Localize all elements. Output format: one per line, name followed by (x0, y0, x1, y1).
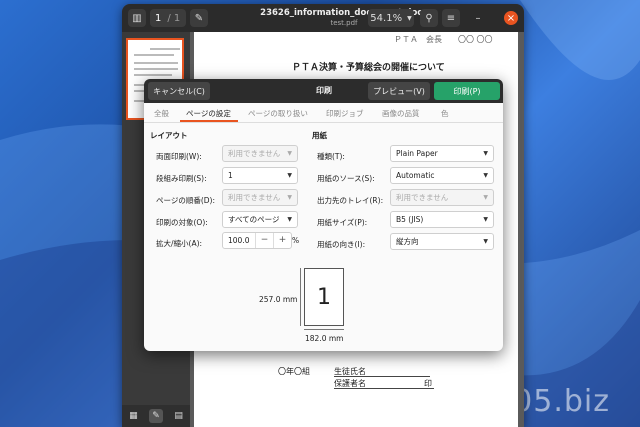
paper-size-label: 用紙サイズ(P): (317, 218, 368, 227)
page-number-field[interactable]: 1 / 1 (150, 9, 186, 27)
duplex-select[interactable]: 利用できません ▼ (222, 145, 298, 162)
viewer-header: ▥ 1 / 1 ✎ 23626_information_document.doc… (122, 4, 524, 32)
chevron-down-icon: ▼ (407, 14, 412, 22)
page-order-select[interactable]: 利用できません ▼ (222, 189, 298, 206)
close-icon[interactable]: × (504, 11, 518, 25)
minimize-icon[interactable]: – (470, 9, 486, 27)
preview-height: 257.0 mm (259, 295, 298, 304)
paper-size-select[interactable]: B5 (JIS) ▼ (390, 211, 494, 228)
scale-label: 拡大/縮小(A): (156, 239, 203, 248)
paper-type-value: Plain Paper (396, 149, 438, 158)
print-dialog-tabs: 全般 ページの設定 ページの取り扱い 印刷ジョブ 画像の品質 色 (144, 103, 503, 123)
bookmarks-icon[interactable]: ▤ (172, 409, 186, 423)
tab-image-quality[interactable]: 画像の品質 (382, 108, 420, 119)
orientation-label: 用紙の向き(I): (317, 240, 366, 249)
print-button[interactable]: 印刷(P) (434, 82, 500, 100)
student-name-line (334, 376, 430, 377)
print-dialog-header: キャンセル(C) 印刷 プレビュー(V) 印刷(P) (144, 79, 503, 103)
print-pages-label: 印刷の対象(O): (156, 218, 208, 227)
preview-height-ruler (300, 268, 301, 326)
page-order-label: ページの順番(D): (156, 196, 216, 205)
orientation-value: 縦方向 (396, 237, 419, 246)
duplex-value: 利用できません (228, 149, 281, 158)
doc-footer-class: 〇年〇組 (278, 367, 310, 376)
guardian-name-line (334, 388, 434, 389)
chevron-down-icon: ▼ (483, 172, 488, 179)
nup-value: 1 (228, 171, 233, 180)
page-order-value: 利用できません (228, 193, 281, 202)
thumbnails-grid-icon[interactable]: ▦ (126, 409, 140, 423)
tab-general[interactable]: 全般 (154, 108, 169, 119)
chevron-down-icon: ▼ (483, 238, 488, 245)
scale-spinbutton[interactable]: 100.0 − + (222, 232, 292, 249)
search-icon[interactable]: ⚲ (420, 9, 438, 27)
increase-icon[interactable]: + (273, 233, 291, 248)
output-tray-value: 利用できません (396, 193, 449, 202)
scale-value: 100.0 (228, 236, 250, 245)
paper-section-title: 用紙 (312, 131, 327, 140)
orientation-select[interactable]: 縦方向 ▼ (390, 233, 494, 250)
paper-type-select[interactable]: Plain Paper ▼ (390, 145, 494, 162)
sidebar-view-switcher: ▦ ✎ ▤ (122, 405, 190, 427)
cancel-button[interactable]: キャンセル(C) (148, 82, 210, 100)
annotations-icon[interactable]: ✎ (148, 409, 163, 423)
decrease-icon[interactable]: − (255, 233, 273, 248)
doc-header-line: ＰＴＡ 会長 〇〇 〇〇 (394, 35, 493, 44)
print-pages-value: すべてのページ (228, 215, 280, 224)
sidebar-toggle-icon[interactable]: ▥ (128, 9, 146, 27)
chevron-down-icon: ▼ (287, 150, 292, 157)
layout-section-title: レイアウト (150, 131, 188, 140)
preview-width: 182.0 mm (305, 334, 344, 343)
chevron-down-icon: ▼ (287, 172, 292, 179)
tab-active-indicator (180, 120, 238, 122)
paper-source-label: 用紙のソース(S): (317, 174, 375, 183)
nup-label: 段組み印刷(S): (156, 174, 207, 183)
output-tray-label: 出力先のトレイ(R): (317, 196, 384, 205)
chevron-down-icon: ▼ (483, 194, 488, 201)
paper-size-value: B5 (JIS) (396, 215, 424, 224)
duplex-label: 両面印刷(W): (156, 152, 202, 161)
tab-page-handling[interactable]: ページの取り扱い (248, 108, 308, 119)
tab-color[interactable]: 色 (441, 108, 449, 119)
chevron-down-icon: ▼ (483, 216, 488, 223)
output-tray-select[interactable]: 利用できません ▼ (390, 189, 494, 206)
chevron-down-icon: ▼ (287, 216, 292, 223)
paper-source-value: Automatic (396, 171, 435, 180)
annotate-pen-icon[interactable]: ✎ (190, 9, 208, 27)
paper-source-select[interactable]: Automatic ▼ (390, 167, 494, 184)
tab-page-setup[interactable]: ページの設定 (186, 108, 231, 119)
menu-icon[interactable]: ≡ (442, 9, 460, 27)
chevron-down-icon: ▼ (287, 194, 292, 201)
doc-heading: ＰＴＡ決算・予算総会の開催について (292, 63, 445, 73)
scale-unit: % (292, 236, 300, 245)
chevron-down-icon: ▼ (483, 150, 488, 157)
page-current: 1 (155, 12, 162, 24)
page-total: / 1 (167, 12, 181, 24)
page-preview: 1 (304, 268, 344, 326)
tab-print-job[interactable]: 印刷ジョブ (326, 108, 364, 119)
print-pages-select[interactable]: すべてのページ ▼ (222, 211, 298, 228)
print-dialog-title: 印刷 (316, 86, 332, 95)
paper-type-label: 種類(T): (317, 152, 345, 161)
preview-width-ruler (304, 329, 344, 330)
zoom-dropdown[interactable]: 54.1% ▼ (368, 9, 414, 27)
zoom-level: 54.1% (370, 12, 403, 24)
nup-select[interactable]: 1 ▼ (222, 167, 298, 184)
preview-button[interactable]: プレビュー(V) (368, 82, 430, 100)
